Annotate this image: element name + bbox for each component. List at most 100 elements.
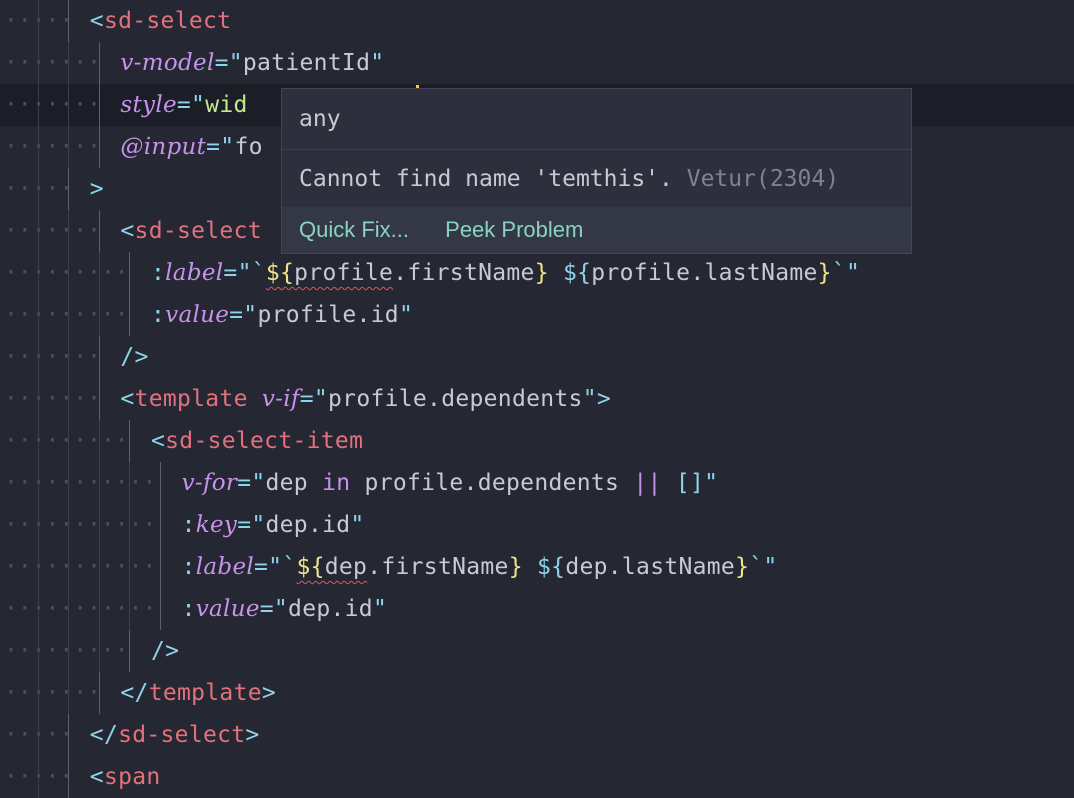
error-token: profile [294, 260, 394, 286]
code-line[interactable]: ····· <sd-select [0, 0, 1074, 42]
indent-guide [37, 252, 39, 294]
indent-guide [68, 336, 70, 378]
indent-guide [129, 420, 131, 462]
whitespace-markers: ······· [4, 50, 101, 76]
code-token: " [370, 50, 385, 76]
code-line[interactable]: ···········:label="`${dep.firstName} ${d… [0, 546, 1074, 588]
whitespace-markers: ····· [4, 722, 74, 748]
whitespace-markers: ······· [4, 92, 101, 118]
code-token: > [89, 176, 104, 202]
code-token: || [633, 470, 662, 496]
code-token: > [245, 722, 260, 748]
code-token: dep.lastName [565, 554, 736, 580]
code-line[interactable]: ······· </template> [0, 672, 1074, 714]
code-token: } [508, 554, 523, 580]
code-token: : [181, 554, 196, 580]
code-line[interactable]: ········· /> [0, 630, 1074, 672]
hover-type: any [282, 89, 911, 150]
indent-guide [37, 210, 39, 252]
whitespace-markers: ········· [4, 428, 129, 454]
code-line[interactable]: ···········:value="dep.id" [0, 588, 1074, 630]
quick-fix-button[interactable]: Quick Fix... [299, 217, 409, 242]
code-tokens: v-for="dep in profile.dependents || []" [182, 462, 719, 504]
indent-guide [68, 420, 70, 462]
indent-guide [68, 210, 70, 252]
code-token: < [151, 428, 166, 454]
indent-guide [98, 126, 100, 168]
whitespace-markers: ······· [4, 218, 101, 244]
code-token: span [103, 764, 161, 790]
code-token: " [350, 512, 365, 538]
indent-guide [37, 0, 39, 42]
code-token: style [120, 92, 177, 118]
whitespace-markers: ····· [4, 176, 74, 202]
code-token: =" [229, 302, 258, 328]
code-token: sd-select [134, 218, 262, 244]
whitespace-markers: ······· [4, 134, 101, 160]
code-line[interactable]: ········· :value="profile.id" [0, 294, 1074, 336]
code-token: ${ [537, 554, 566, 580]
code-token: template [134, 386, 248, 412]
indent-guide [98, 252, 100, 294]
code-token: `" [749, 554, 778, 580]
indent-guide [160, 588, 161, 630]
code-line[interactable]: ····· <span [0, 756, 1074, 798]
code-tokens: :value="profile.id" [151, 294, 413, 336]
indent-guide [68, 168, 70, 210]
indent-guide [98, 84, 100, 126]
code-token: `" [831, 260, 861, 286]
code-tokens: > [90, 168, 104, 210]
indent-guide [160, 546, 161, 588]
indent-guide [98, 504, 100, 546]
code-token: </ [120, 680, 149, 706]
code-token: : [151, 260, 166, 286]
code-token: " [704, 470, 719, 496]
code-token: .firstName [367, 554, 509, 580]
indent-guide [129, 462, 131, 504]
whitespace-markers: ······· [4, 344, 101, 370]
whitespace-markers: ········· [4, 302, 129, 328]
code-tokens: </sd-select> [90, 714, 260, 756]
code-line[interactable]: ········· <sd-select-item [0, 420, 1074, 462]
code-token: } [534, 260, 549, 286]
code-line[interactable]: ······· /> [0, 336, 1074, 378]
code-token: sd-select [103, 8, 232, 34]
code-tokens: v-model="patientId" [120, 42, 384, 84]
code-token: v-model [120, 50, 215, 76]
peek-problem-button[interactable]: Peek Problem [445, 217, 583, 242]
indent-guide [37, 336, 39, 378]
code-line[interactable]: ······· v-model="patientId" [0, 42, 1074, 84]
code-tokens: <sd-select [120, 210, 261, 252]
code-tokens: :value="dep.id" [182, 588, 388, 630]
indent-guide [98, 420, 100, 462]
code-line[interactable]: ··········· v-for="dep in profile.depende… [0, 462, 1074, 504]
code-token: =" [299, 386, 329, 412]
code-line[interactable]: ······· <template v-if="profile.dependent… [0, 378, 1074, 420]
code-token: ${ [563, 260, 592, 286]
code-tokens: style="wid [120, 84, 247, 126]
code-token: label [165, 260, 224, 286]
code-token: patientId [242, 50, 371, 76]
indent-guide [37, 714, 39, 756]
code-tokens: <span [90, 756, 161, 798]
code-token: " [372, 596, 388, 622]
whitespace-markers: ··········· [4, 512, 157, 538]
indent-guide [98, 210, 100, 252]
code-line[interactable]: ··········· :key="dep.id" [0, 504, 1074, 546]
code-token: [] [675, 470, 705, 496]
code-line[interactable]: ····· </sd-select> [0, 714, 1074, 756]
code-token: dep.id [265, 512, 351, 538]
whitespace-markers: ······· [4, 386, 101, 412]
code-tokens: :key="dep.id" [182, 504, 365, 546]
code-line[interactable]: ·········:label="`${profile.firstName} $… [0, 252, 1074, 294]
whitespace-markers: ········· [4, 260, 129, 286]
indent-guide [37, 420, 39, 462]
code-token: profile.lastName [591, 260, 818, 286]
whitespace-markers: ········· [4, 638, 129, 664]
indent-guide [37, 462, 39, 504]
code-token: in [322, 470, 351, 496]
hover-actions: Quick Fix... Peek Problem [282, 207, 911, 253]
